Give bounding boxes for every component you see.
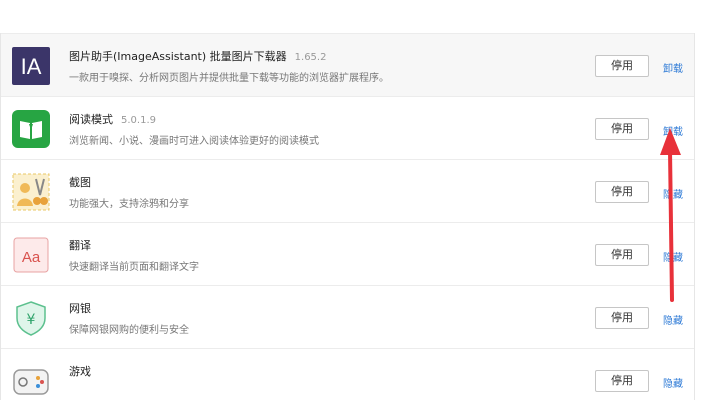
extension-name: 网银 [69,302,91,315]
extension-row-image-assistant: IA 图片助手(ImageAssistant) 批量图片下载器 1.65.2 一款… [1,33,694,96]
disable-button[interactable]: 停用 [595,181,649,203]
disable-button[interactable]: 停用 [595,370,649,392]
disable-button[interactable]: 停用 [595,118,649,140]
shield-yen-icon: ¥ [12,299,50,337]
book-icon [12,110,50,148]
extension-description: 功能强大，支持涂鸦和分享 [69,199,189,210]
ia-logo-icon: IA [12,47,50,85]
disable-button[interactable]: 停用 [595,307,649,329]
extension-row-reader-mode: 阅读模式 5.0.1.9 浏览新闻、小说、漫画时可进入阅读体验更好的阅读模式 停用… [1,96,694,159]
translate-icon: Aa [12,236,50,274]
extension-version: 1.65.2 [294,52,327,63]
disable-button[interactable]: 停用 [595,244,649,266]
extension-description: 快速翻译当前页面和翻译文字 [69,262,199,273]
extension-version: 5.0.1.9 [121,115,156,126]
uninstall-link[interactable]: 卸载 [663,123,683,138]
top-area [0,0,715,33]
hide-link[interactable]: 隐藏 [663,249,683,264]
disable-button[interactable]: 停用 [595,55,649,77]
hide-link[interactable]: 隐藏 [663,312,683,327]
hide-link[interactable]: 隐藏 [663,375,683,390]
extension-description: 一款用于嗅探、分析网页图片并提供批量下载等功能的浏览器扩展程序。 [69,73,389,84]
extension-name: 游戏 [69,365,91,378]
extension-row-translate: Aa 翻译 快速翻译当前页面和翻译文字 停用 隐藏 [1,222,694,285]
extension-name: 翻译 [69,239,91,252]
uninstall-link[interactable]: 卸载 [663,60,683,75]
hide-link[interactable]: 隐藏 [663,186,683,201]
extension-name: 图片助手(ImageAssistant) 批量图片下载器 1.65.2 [69,50,327,63]
extension-description: 保障网银网购的便利与安全 [69,325,189,336]
extension-description: 浏览新闻、小说、漫画时可进入阅读体验更好的阅读模式 [69,136,319,147]
scissors-icon [12,173,50,211]
extension-name: 截图 [69,176,91,189]
gamepad-icon [12,362,50,400]
svg-text:Aa: Aa [22,249,41,266]
extension-row-games: 游戏 停用 隐藏 [1,348,694,400]
svg-text:¥: ¥ [27,312,36,328]
extension-list: IA 图片助手(ImageAssistant) 批量图片下载器 1.65.2 一款… [0,33,695,400]
extension-name: 阅读模式 5.0.1.9 [69,113,156,126]
svg-text:IA: IA [21,54,42,79]
extension-row-screenshot: 截图 功能强大，支持涂鸦和分享 停用 隐藏 [1,159,694,222]
extension-row-online-banking: ¥ 网银 保障网银网购的便利与安全 停用 隐藏 [1,285,694,348]
